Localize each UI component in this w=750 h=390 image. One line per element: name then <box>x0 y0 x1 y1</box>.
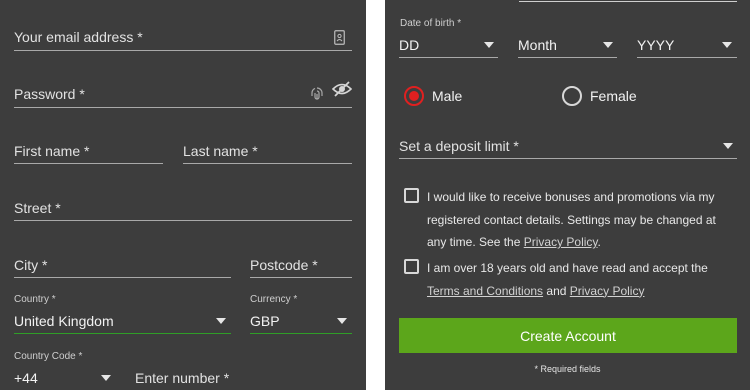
chevron-down-icon <box>723 143 733 149</box>
country-code-select[interactable]: Country Code * +44 <box>14 350 114 390</box>
country-value: United Kingdom <box>14 313 114 329</box>
street-field[interactable]: Street * <box>14 194 352 222</box>
contact-card-icon <box>334 30 345 45</box>
chevron-down-icon <box>216 318 226 324</box>
street-underline <box>14 220 352 221</box>
city-underline <box>14 277 231 278</box>
age-consent-text: I am over 18 years old and have read and… <box>427 257 727 302</box>
email-placeholder: Your email address * <box>14 29 143 45</box>
deposit-limit-underline <box>399 158 737 159</box>
country-select[interactable]: Country * United Kingdom <box>14 293 231 333</box>
dob-day-value: DD <box>399 37 420 53</box>
chevron-down-icon <box>337 318 347 324</box>
phone-placeholder: Enter number * <box>135 370 230 386</box>
chevron-down-icon <box>484 42 494 48</box>
phone-number-field[interactable]: Enter number * <box>135 364 352 390</box>
terms-link[interactable]: Terms and Conditions <box>427 284 543 298</box>
male-radio[interactable] <box>404 86 424 106</box>
dob-year-value: YYYY <box>637 37 675 53</box>
female-radio[interactable] <box>562 86 582 106</box>
eye-slash-icon[interactable] <box>332 81 352 97</box>
male-label: Male <box>432 88 463 104</box>
registration-panel-right: Date of birth * DD Month YYYY Male Femal… <box>385 0 750 390</box>
first-name-field[interactable]: First name * <box>14 137 163 165</box>
bonus-consent-checkbox[interactable] <box>404 188 419 203</box>
dob-month-underline <box>518 57 617 58</box>
age-consent-checkbox[interactable] <box>404 259 419 274</box>
age-consent-and: and <box>543 283 570 298</box>
chevron-down-icon <box>101 375 111 381</box>
email-field[interactable]: Your email address * <box>14 22 352 52</box>
chevron-down-icon <box>603 42 613 48</box>
female-label: Female <box>590 88 637 104</box>
required-fields-note: * Required fields <box>534 364 601 374</box>
email-underline <box>14 50 352 51</box>
country-underline <box>14 333 231 334</box>
street-placeholder: Street * <box>14 200 61 216</box>
age-consent-label: I am over 18 years old and have read and… <box>427 261 708 275</box>
password-field[interactable]: Password * <box>14 80 352 110</box>
dob-month-select[interactable]: Month <box>518 32 617 58</box>
dob-day-underline <box>399 57 498 58</box>
bonus-consent-text: I would like to receive bonuses and prom… <box>427 186 727 254</box>
deposit-limit-placeholder: Set a deposit limit * <box>399 138 519 154</box>
create-account-button[interactable]: Create Account <box>399 318 737 353</box>
currency-value: GBP <box>250 313 280 329</box>
fingerprint-icon <box>310 86 324 102</box>
dob-day-select[interactable]: DD <box>399 32 498 58</box>
currency-underline <box>250 333 352 334</box>
postcode-underline <box>250 277 352 278</box>
last-name-field[interactable]: Last name * <box>183 137 352 165</box>
currency-select[interactable]: Currency * GBP <box>250 293 352 333</box>
city-field[interactable]: City * <box>14 251 231 279</box>
chevron-down-icon <box>722 42 732 48</box>
postcode-field[interactable]: Postcode * <box>250 251 352 279</box>
gender-female-option[interactable]: Female <box>562 86 662 108</box>
city-placeholder: City * <box>14 257 48 273</box>
gender-male-option[interactable]: Male <box>404 86 494 108</box>
currency-label: Currency * <box>250 294 298 305</box>
last-name-placeholder: Last name * <box>183 143 258 159</box>
deposit-limit-select[interactable]: Set a deposit limit * <box>399 134 737 160</box>
bonus-consent-end: . <box>597 235 601 249</box>
country-label: Country * <box>14 294 56 305</box>
previous-field-underline <box>519 1 737 2</box>
first-name-underline <box>14 163 163 164</box>
country-code-label: Country Code * <box>14 351 83 362</box>
privacy-policy-link[interactable]: Privacy Policy <box>570 284 645 298</box>
dob-year-select[interactable]: YYYY <box>637 32 737 58</box>
dob-month-value: Month <box>518 37 557 53</box>
first-name-placeholder: First name * <box>14 143 90 159</box>
privacy-policy-link[interactable]: Privacy Policy <box>524 235 598 249</box>
postcode-placeholder: Postcode * <box>250 257 318 273</box>
password-placeholder: Password * <box>14 86 85 102</box>
dob-year-underline <box>637 57 737 58</box>
password-underline <box>14 107 352 108</box>
country-code-value: +44 <box>14 370 38 386</box>
last-name-underline <box>183 163 352 164</box>
registration-panel-left: Your email address * Password * First na… <box>0 0 366 390</box>
dob-label: Date of birth * <box>400 18 462 29</box>
